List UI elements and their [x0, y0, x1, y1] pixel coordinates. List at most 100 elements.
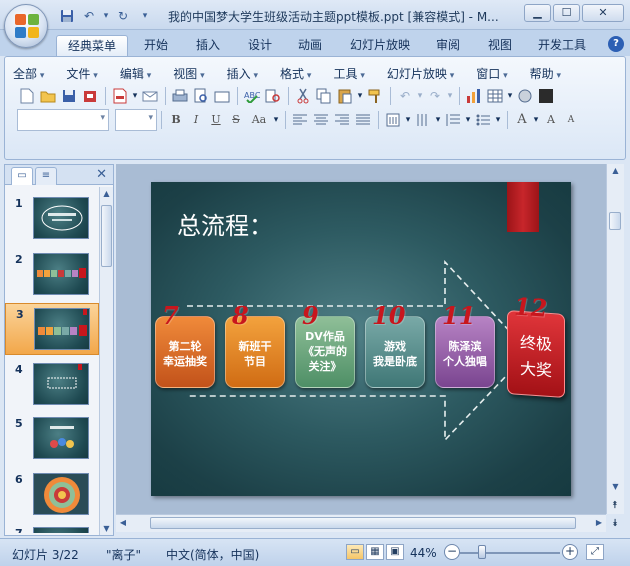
- step-box[interactable]: 11 陈泽滨 个人独唱: [435, 301, 495, 388]
- previous-slide-icon[interactable]: ⯭: [607, 500, 623, 514]
- current-slide[interactable]: 总流程： 7 第二轮 幸运抽奖 8 新班干 节目 9 DV作品 《无声的 关注》…: [151, 182, 571, 496]
- zoom-slider-knob[interactable]: [478, 545, 486, 559]
- step-box[interactable]: 7 第二轮 幸运抽奖: [155, 301, 215, 388]
- grow-font-icon[interactable]: A: [541, 111, 561, 129]
- next-slide-icon[interactable]: ⯯: [607, 518, 623, 532]
- change-case-button[interactable]: Aa: [246, 111, 272, 129]
- slide-thumb-row[interactable]: 5: [5, 413, 99, 465]
- zoom-slider-track[interactable]: [460, 552, 560, 554]
- slide-thumb-row-selected[interactable]: 3: [5, 303, 99, 355]
- help-icon[interactable]: ?: [608, 36, 624, 52]
- slideshow-view-icon[interactable]: ▣: [386, 544, 404, 560]
- align-left-icon[interactable]: [290, 110, 310, 130]
- print-icon[interactable]: [170, 86, 190, 106]
- research-icon[interactable]: [263, 86, 283, 106]
- undo-dropdown-icon[interactable]: ▾: [416, 86, 424, 106]
- menu-view[interactable]: 视图: [173, 65, 204, 81]
- line-spacing-dropdown-icon[interactable]: ▾: [464, 110, 472, 130]
- redo-icon[interactable]: ↻: [114, 7, 132, 25]
- zoom-level[interactable]: 44%: [410, 546, 437, 560]
- tab-classic-menu[interactable]: 经典菜单: [56, 35, 128, 56]
- slide-thumbnail[interactable]: [33, 473, 89, 515]
- tab-design[interactable]: 设计: [238, 35, 282, 56]
- slides-panel-scrollbar[interactable]: ▲ ▼: [99, 187, 113, 535]
- redo-icon[interactable]: ↷: [425, 86, 445, 106]
- redo-dropdown-icon[interactable]: ▾: [446, 86, 454, 106]
- paste-dropdown-icon[interactable]: ▾: [356, 86, 364, 106]
- export-pdf-icon[interactable]: [110, 86, 130, 106]
- insert-chart-icon[interactable]: [464, 86, 484, 106]
- italic-button[interactable]: I: [186, 111, 206, 129]
- tab-home[interactable]: 开始: [134, 35, 178, 56]
- tab-slideshow[interactable]: 幻灯片放映: [340, 35, 420, 56]
- editor-vertical-scrollbar[interactable]: ▲ ▼: [606, 164, 624, 514]
- spelling-icon[interactable]: ABC: [242, 86, 262, 106]
- case-dropdown-icon[interactable]: ▾: [272, 110, 280, 130]
- font-size-combo[interactable]: [115, 109, 157, 131]
- text-direction-dropdown-icon[interactable]: ▾: [404, 110, 412, 130]
- copy-icon[interactable]: [314, 86, 334, 106]
- tab-developer[interactable]: 开发工具: [530, 35, 594, 56]
- permission-icon[interactable]: [80, 86, 100, 106]
- scroll-up-icon[interactable]: ▲: [100, 189, 113, 198]
- menu-insert[interactable]: 插入: [227, 65, 258, 81]
- slide-thumbnail[interactable]: [33, 417, 89, 459]
- menu-tools[interactable]: 工具: [333, 65, 364, 81]
- undo-icon[interactable]: ↶: [80, 7, 98, 25]
- final-prize-box[interactable]: 12 终极 大奖: [507, 291, 565, 399]
- table-dropdown-icon[interactable]: ▾: [506, 86, 514, 106]
- insert-table-icon[interactable]: [485, 86, 505, 106]
- zoom-in-button[interactable]: +: [562, 544, 578, 560]
- bullets-dropdown-icon[interactable]: ▾: [494, 110, 502, 130]
- editor-scroll-thumb[interactable]: [609, 212, 621, 230]
- columns-dropdown-icon[interactable]: ▾: [434, 110, 442, 130]
- slide-sorter-icon[interactable]: ▦: [366, 544, 384, 560]
- slide-thumbnail[interactable]: [33, 253, 89, 295]
- line-spacing-icon[interactable]: [443, 110, 463, 130]
- increase-font-icon[interactable]: A: [512, 111, 532, 129]
- step-box[interactable]: 8 新班干 节目: [225, 301, 285, 388]
- font-color-dropdown-icon[interactable]: ▾: [532, 110, 540, 130]
- normal-view-icon[interactable]: ▭: [346, 544, 364, 560]
- menu-format[interactable]: 格式: [280, 65, 311, 81]
- slide-thumb-row[interactable]: 2: [5, 249, 99, 301]
- text-direction-icon[interactable]: [383, 110, 403, 130]
- tab-view[interactable]: 视图: [478, 35, 522, 56]
- scroll-down-icon[interactable]: ▼: [607, 482, 624, 491]
- strikethrough-button[interactable]: S: [226, 111, 246, 129]
- paste-icon[interactable]: [335, 86, 355, 106]
- tab-review[interactable]: 审阅: [426, 35, 470, 56]
- slides-tab-icon[interactable]: ▭: [11, 167, 33, 185]
- slide-title[interactable]: 总流程：: [177, 206, 273, 241]
- justify-icon[interactable]: [353, 110, 373, 130]
- color-grayscale-icon[interactable]: [515, 86, 535, 106]
- minimize-button[interactable]: ▁: [524, 4, 551, 22]
- panel-close-icon[interactable]: ✕: [96, 167, 107, 182]
- open-icon[interactable]: [38, 86, 58, 106]
- scroll-down-icon[interactable]: ▼: [100, 524, 113, 533]
- outline-tab-icon[interactable]: ≡: [35, 167, 57, 185]
- menu-window[interactable]: 窗口: [476, 65, 507, 81]
- print-preview-icon[interactable]: [191, 86, 211, 106]
- menu-help[interactable]: 帮助: [530, 65, 561, 81]
- bold-button[interactable]: B: [166, 111, 186, 129]
- undo-icon[interactable]: ↶: [395, 86, 415, 106]
- menu-all[interactable]: 全部: [13, 65, 44, 81]
- align-center-icon[interactable]: [311, 110, 331, 130]
- save-icon[interactable]: [59, 86, 79, 106]
- qat-dropdown-icon[interactable]: ▾: [102, 7, 110, 25]
- close-button[interactable]: ✕: [582, 4, 624, 22]
- scroll-left-icon[interactable]: ◀: [118, 518, 128, 527]
- shrink-font-icon[interactable]: A: [561, 111, 581, 129]
- slide-thumbnail[interactable]: [33, 363, 89, 405]
- fit-to-window-icon[interactable]: ⤢: [586, 544, 604, 560]
- tab-insert[interactable]: 插入: [186, 35, 230, 56]
- slide-thumbnail[interactable]: [34, 308, 90, 350]
- cut-icon[interactable]: [293, 86, 313, 106]
- slides-scroll-thumb[interactable]: [101, 205, 112, 267]
- customize-qat-icon[interactable]: ▾: [136, 7, 154, 25]
- scroll-up-icon[interactable]: ▲: [607, 166, 624, 175]
- underline-button[interactable]: U: [206, 111, 226, 129]
- editor-horizontal-scrollbar[interactable]: ◀ ▶: [116, 514, 606, 532]
- align-right-icon[interactable]: [332, 110, 352, 130]
